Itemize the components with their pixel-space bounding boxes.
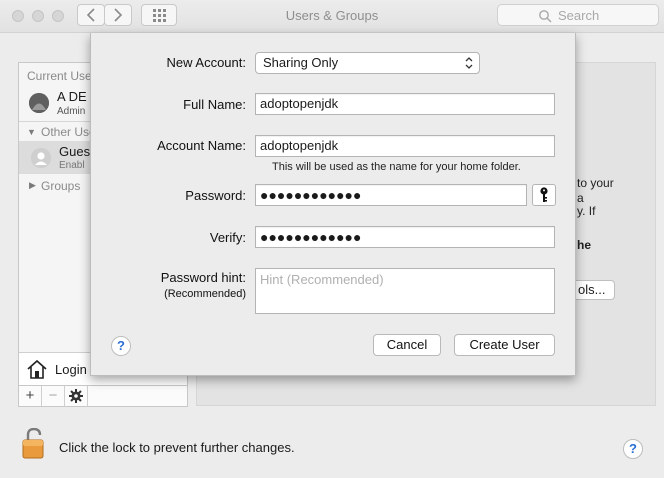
account-name-hint: This will be used as the name for your h… [272,161,521,173]
lock-status-text: Click the lock to prevent further change… [59,440,295,455]
pane-text-line-2: a [577,191,584,205]
help-button[interactable]: ? [623,439,643,459]
login-options-label: Login [55,362,87,377]
other-users-label: Other Use [41,125,96,139]
groups-label[interactable]: Groups [41,179,80,193]
verify-password-field[interactable]: ●●●●●●●●●●●● [255,226,555,248]
search-input[interactable]: Search [497,4,659,26]
chevron-right-icon [114,8,123,22]
account-name-label: Account Name: [157,138,246,153]
disclosure-triangle-down-icon[interactable]: ▼ [27,127,36,137]
password-hint-field[interactable]: Hint (Recommended) [255,268,555,314]
key-icon [540,187,548,202]
add-user-button[interactable]: + [19,386,42,406]
list-toolbar: + − [18,385,188,407]
lock-icon[interactable] [22,428,46,460]
disclosure-triangle-right-icon[interactable]: ▶ [29,180,36,191]
pane-text-line-4: he [577,238,592,252]
house-icon [27,359,47,379]
gear-icon [69,389,83,403]
new-account-label: New Account: [166,55,247,70]
search-icon [539,10,552,23]
chevron-left-icon [86,8,95,22]
remove-user-button[interactable]: − [42,386,65,406]
up-down-chevron-icon [465,57,473,69]
full-name-label: Full Name: [183,97,246,112]
account-type-value: Sharing Only [263,55,339,70]
admin-user-name: A DE [57,89,87,104]
current-users-label: Current Use [27,69,92,83]
zoom-window-button[interactable] [52,10,64,22]
cancel-button[interactable]: Cancel [373,334,441,356]
close-window-button[interactable] [12,10,24,22]
create-user-button[interactable]: Create User [454,334,555,356]
admin-user-role: Admin [57,106,86,117]
password-hint-sublabel: (Recommended) [164,288,246,300]
pane-text-line-3: y. If [577,204,596,218]
forward-button[interactable] [104,4,132,26]
user-photo-icon [29,93,49,113]
person-silhouette-icon [31,148,51,168]
action-menu-button[interactable] [65,386,88,406]
grid-icon [153,9,166,22]
search-placeholder: Search [558,8,600,23]
password-assistant-button[interactable] [532,184,556,206]
back-button[interactable] [77,4,105,26]
guest-user-name: Gues [59,144,91,159]
pane-text-line-1: to your [577,176,614,190]
title-bar: Users & Groups Search [0,0,664,33]
guest-avatar [31,148,51,168]
new-account-sheet: New Account: Sharing Only Full Name: ado… [90,33,576,376]
account-type-popup[interactable]: Sharing Only [255,52,480,74]
admin-avatar [29,93,49,113]
show-all-button[interactable] [141,4,177,26]
password-field[interactable]: ●●●●●●●●●●●● [255,184,527,206]
verify-label: Verify: [209,230,246,245]
full-name-field[interactable]: adoptopenjdk [255,93,555,115]
guest-user-status: Enabl [59,160,85,171]
window-title: Users & Groups [285,8,379,23]
minimize-window-button[interactable] [32,10,44,22]
password-hint-label: Password hint: [160,270,246,285]
password-label: Password: [185,188,246,203]
sheet-help-button[interactable]: ? [111,336,131,356]
account-name-field[interactable]: adoptopenjdk [255,135,555,157]
